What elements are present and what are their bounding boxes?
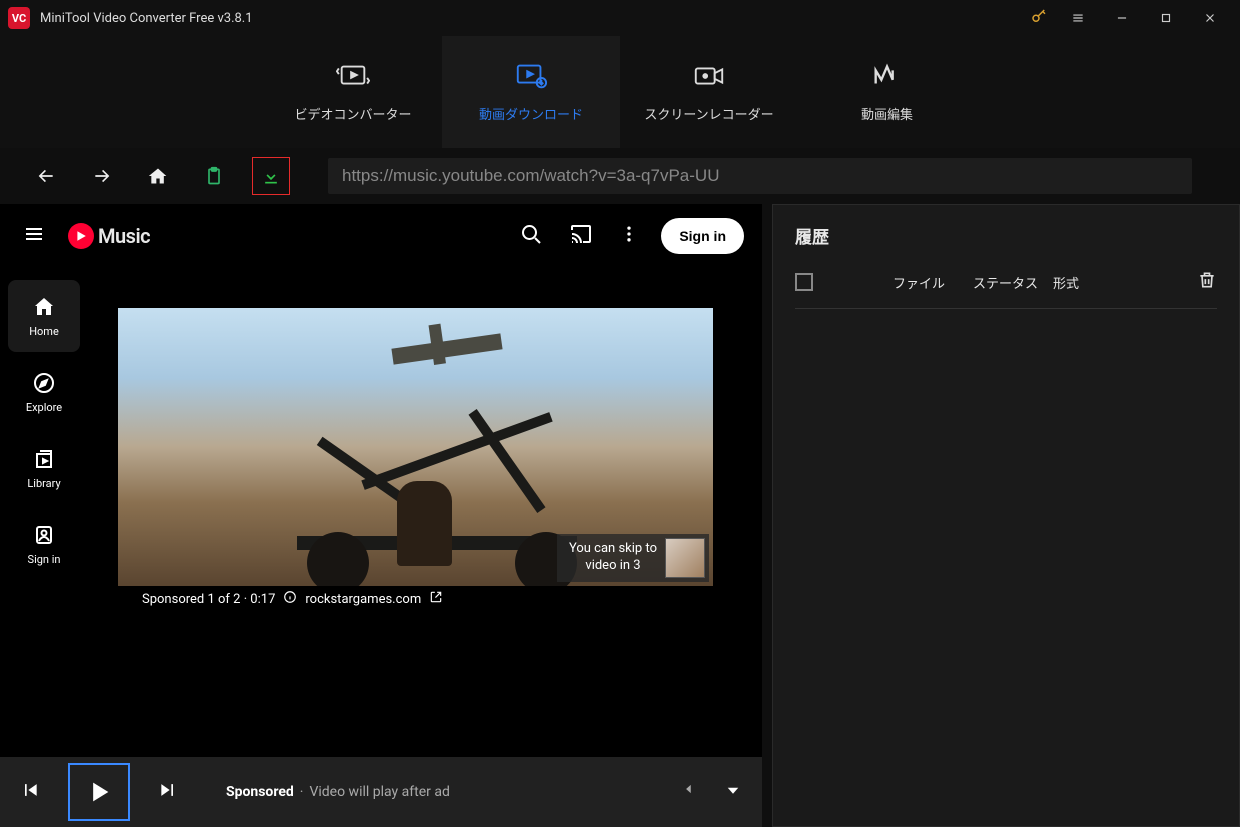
sidenav-signin[interactable]: Sign in [8, 508, 80, 580]
cast-icon[interactable] [569, 222, 593, 250]
browser-navbar [0, 148, 1240, 204]
skip-thumbnail [665, 538, 705, 578]
external-link-icon[interactable] [429, 590, 443, 608]
signin-button[interactable]: Sign in [661, 218, 744, 254]
tab-label: スクリーンレコーダー [644, 104, 773, 123]
plane-shape [391, 334, 502, 365]
sidenav-explore[interactable]: Explore [8, 356, 80, 428]
top-tabs: ビデオコンバーター 動画ダウンロード スクリーンレコーダー [0, 36, 1240, 148]
clipboard-button[interactable] [186, 156, 242, 196]
skip-ad-box[interactable]: You can skip to video in 3 [557, 534, 709, 582]
close-button[interactable] [1188, 0, 1232, 36]
play-button[interactable] [68, 763, 130, 821]
history-col-format: 形式 [1053, 273, 1113, 292]
tab-label: ビデオコンバーター [294, 104, 411, 123]
skip-line2: video in 3 [569, 558, 657, 575]
sidenav-label: Explore [26, 401, 62, 414]
search-icon[interactable] [519, 222, 543, 250]
player-sub-label: Video will play after ad [309, 784, 449, 800]
tab-label: 動画編集 [861, 104, 913, 123]
player-sponsored-label: Sponsored [226, 784, 294, 800]
player-bar: Sponsored · Video will play after ad [0, 757, 762, 827]
browser-view: Music [0, 204, 762, 827]
ytmusic-logo[interactable]: Music [68, 223, 519, 249]
menu-button[interactable] [1056, 0, 1100, 36]
ytmusic-sidenav: Home Explore Library Sign in [0, 268, 88, 827]
previous-button[interactable] [20, 780, 40, 804]
tab-video-editor[interactable]: 動画編集 [798, 36, 976, 148]
hamburger-icon[interactable] [22, 222, 46, 250]
app-logo: VC [8, 7, 30, 29]
titlebar: VC MiniTool Video Converter Free v3.8.1 [0, 0, 1240, 36]
skip-line1: You can skip to [569, 541, 657, 558]
ytmusic-logo-text: Music [98, 224, 150, 248]
history-col-status: ステータス [973, 273, 1053, 292]
tab-label: 動画ダウンロード [479, 104, 583, 123]
history-panel: 履歴 ファイル ステータス 形式 [772, 204, 1240, 827]
history-header: ファイル ステータス 形式 [795, 270, 1217, 309]
app-title: MiniTool Video Converter Free v3.8.1 [40, 11, 1030, 26]
ad-domain[interactable]: rockstargames.com [305, 592, 421, 607]
ad-meta: Sponsored 1 of 2 · 0:17 rockstargames.co… [118, 586, 742, 608]
back-button[interactable] [18, 156, 74, 196]
maximize-button[interactable] [1144, 0, 1188, 36]
next-button[interactable] [158, 780, 178, 804]
player-down-caret-icon[interactable] [724, 781, 742, 803]
sidenav-home[interactable]: Home [8, 280, 80, 352]
history-title: 履歴 [795, 223, 1217, 248]
url-input[interactable] [328, 158, 1192, 194]
home-button[interactable] [130, 156, 186, 196]
history-select-all-checkbox[interactable] [795, 273, 813, 291]
video-player[interactable]: You can skip to video in 3 [118, 308, 713, 586]
download-play-icon [513, 62, 549, 90]
more-icon[interactable] [619, 224, 639, 248]
minimize-button[interactable] [1100, 0, 1144, 36]
refresh-play-icon [335, 62, 371, 90]
player-left-caret-icon[interactable] [682, 781, 696, 803]
tab-video-converter[interactable]: ビデオコンバーター [264, 36, 442, 148]
editor-icon [869, 62, 905, 90]
history-col-file: ファイル [893, 273, 973, 292]
sidenav-library[interactable]: Library [8, 432, 80, 504]
sidenav-label: Sign in [28, 553, 61, 566]
key-icon[interactable] [1030, 7, 1048, 29]
sidenav-label: Library [27, 477, 60, 490]
info-icon[interactable] [283, 590, 297, 608]
main-area: Music [0, 204, 1240, 827]
ad-count: Sponsored 1 of 2 · 0:17 [142, 592, 275, 607]
camera-icon [691, 62, 727, 90]
sidenav-label: Home [29, 325, 59, 338]
video-area: You can skip to video in 3 Sponsored 1 o… [88, 268, 762, 827]
tab-video-download[interactable]: 動画ダウンロード [442, 36, 620, 148]
forward-button[interactable] [74, 156, 130, 196]
buggy-shape [297, 416, 597, 586]
delete-button[interactable] [1197, 270, 1217, 294]
ytmusic-logo-mark [68, 223, 94, 249]
download-button[interactable] [252, 157, 290, 195]
ytmusic-header: Music [0, 204, 762, 268]
tab-screen-recorder[interactable]: スクリーンレコーダー [620, 36, 798, 148]
